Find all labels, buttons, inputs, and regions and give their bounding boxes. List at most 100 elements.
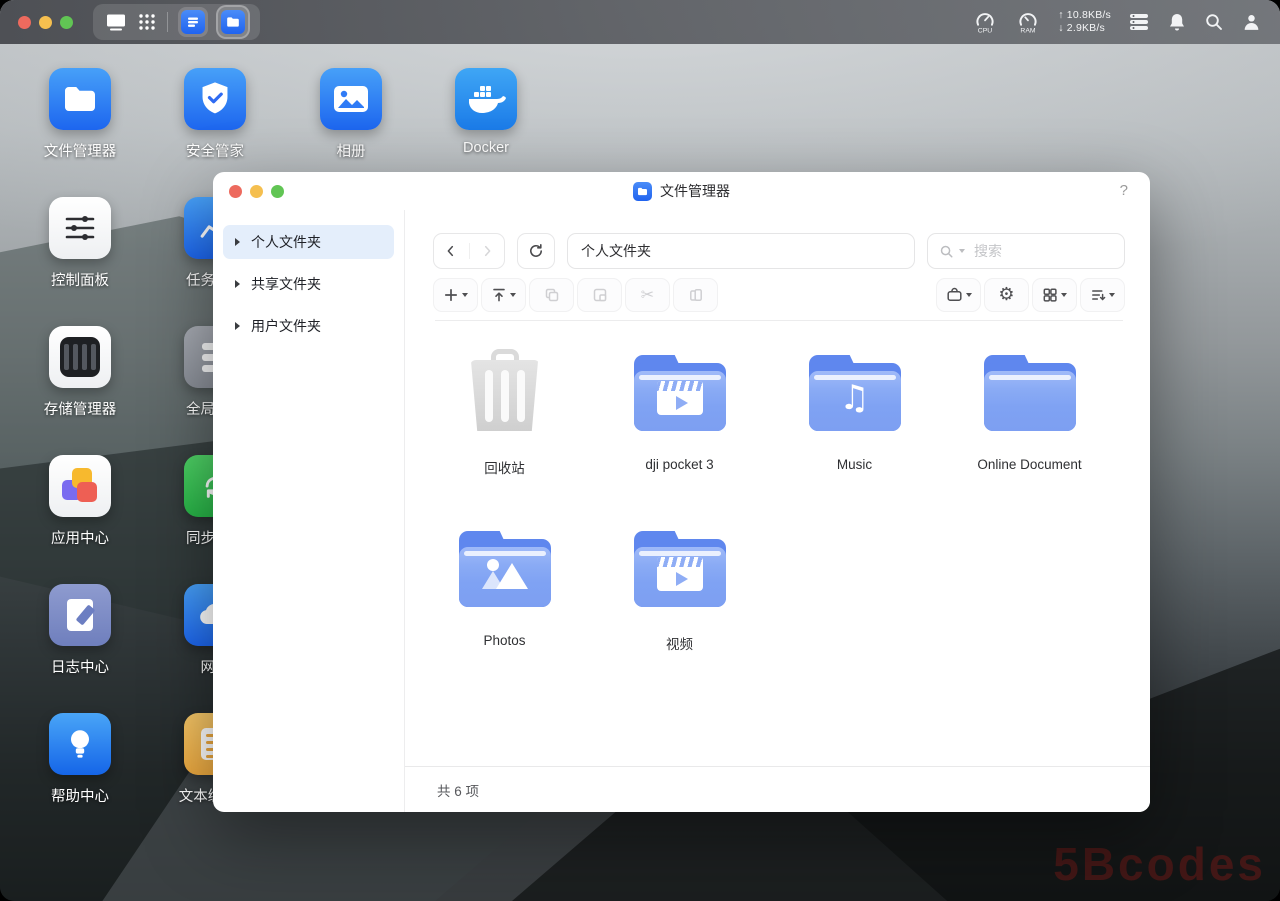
gear-icon: ⚙ <box>998 284 1015 305</box>
window-close-icon[interactable] <box>229 185 242 198</box>
desktop-item-app-center[interactable]: 应用中心 <box>13 455 147 548</box>
svg-text:CPU: CPU <box>978 27 992 34</box>
taskbar-divider <box>167 12 168 32</box>
path-value: 个人文件夹 <box>581 243 651 259</box>
main-panel: 个人文件夹 搜索 ✂ ⚙ 回收站 dji pocket 3 ♫ Music On… <box>405 210 1150 812</box>
download-speed: ↓ 2.9KB/s <box>1058 22 1105 34</box>
forward-button[interactable] <box>470 244 505 258</box>
sidebar-item-shared-folder[interactable]: 共享文件夹 <box>223 267 394 301</box>
path-input[interactable]: 个人文件夹 <box>567 233 915 269</box>
file-name: 回收站 <box>484 461 525 476</box>
toolbar-divider <box>435 320 1123 321</box>
desktop-item-photos[interactable]: 相册 <box>284 68 418 161</box>
bell-icon[interactable] <box>1167 12 1187 33</box>
user-icon[interactable] <box>1241 12 1262 33</box>
upload-button[interactable] <box>481 278 526 312</box>
ram-gauge-icon[interactable]: RAM <box>1015 9 1041 35</box>
desktop-item-label: 文件管理器 <box>43 144 117 160</box>
window-body: 个人文件夹 共享文件夹 用户文件夹 个人文件夹 搜索 ✂ ⚙ 回收站 dji p… <box>213 210 1150 812</box>
server-list-icon[interactable] <box>1128 12 1150 32</box>
expand-arrow-icon[interactable] <box>235 280 240 288</box>
window-maximize-icon[interactable] <box>271 185 284 198</box>
sliders-icon <box>49 197 111 259</box>
file-name: Photos <box>483 633 526 648</box>
file-item-photos[interactable]: Photos <box>417 523 592 653</box>
sidebar-item-label: 用户文件夹 <box>251 318 321 334</box>
svg-text:RAM: RAM <box>1021 27 1036 34</box>
upload-speed: ↑ 10.8KB/s <box>1058 8 1111 21</box>
file-manager-app-icon[interactable] <box>218 7 248 37</box>
video-folder-icon <box>633 523 726 607</box>
file-item-music[interactable]: ♫ Music <box>767 347 942 477</box>
desktop-item-label: 应用中心 <box>51 531 109 547</box>
refresh-button[interactable] <box>517 233 555 269</box>
desktop-item-label: 安全管家 <box>186 144 244 160</box>
network-speed: ↑ 10.8KB/s ↓ 2.9KB/s <box>1058 9 1111 35</box>
file-item-online-document[interactable]: Online Document <box>942 347 1117 477</box>
file-actions-group: ✂ <box>433 278 718 312</box>
settings-button[interactable]: ⚙ <box>984 278 1029 312</box>
window-title-text: 文件管理器 <box>660 183 730 199</box>
paste-button[interactable] <box>577 278 622 312</box>
sidebar: 个人文件夹 共享文件夹 用户文件夹 <box>213 210 405 812</box>
tools-caret-icon <box>965 293 972 297</box>
file-name: dji pocket 3 <box>645 457 714 472</box>
app-center-icon <box>49 455 111 517</box>
expand-arrow-icon[interactable] <box>235 238 240 246</box>
search-scope-caret-icon[interactable] <box>959 249 965 253</box>
desktop-item-help-center[interactable]: 帮助中心 <box>13 713 147 806</box>
search-icon <box>940 245 953 257</box>
search-input[interactable]: 搜索 <box>927 233 1125 269</box>
desktop-item-label: 帮助中心 <box>51 789 109 805</box>
view-tools-group: ⚙ <box>936 278 1125 312</box>
desktop-item-control-panel[interactable]: 控制面板 <box>13 197 147 290</box>
file-item-trash[interactable]: 回收站 <box>417 347 592 477</box>
window-traffic-lights <box>229 185 284 198</box>
expand-arrow-icon[interactable] <box>235 322 240 330</box>
search-icon[interactable] <box>1204 12 1224 32</box>
duplicate-button[interactable] <box>673 278 718 312</box>
back-button[interactable] <box>434 244 469 258</box>
desktop-item-security[interactable]: 安全管家 <box>148 68 282 161</box>
window-title: 文件管理器 <box>633 181 730 201</box>
history-nav <box>433 233 505 269</box>
sidebar-item-label: 共享文件夹 <box>251 276 321 292</box>
maximize-icon[interactable] <box>60 15 73 29</box>
tasks-app-icon[interactable] <box>178 7 208 37</box>
view-mode-button[interactable] <box>1032 278 1077 312</box>
minimize-icon[interactable] <box>39 15 52 29</box>
file-item-video[interactable]: 视频 <box>592 523 767 653</box>
desktop-icon[interactable] <box>105 13 127 31</box>
app-grid-icon[interactable] <box>137 12 157 32</box>
file-manager-icon <box>49 68 111 130</box>
file-name: Online Document <box>977 457 1082 472</box>
window-minimize-icon[interactable] <box>250 185 263 198</box>
sidebar-item-personal-folder[interactable]: 个人文件夹 <box>223 225 394 259</box>
desktop-item-file-manager[interactable]: 文件管理器 <box>13 68 147 161</box>
desktop-item-label: 控制面板 <box>51 273 109 289</box>
copy-button[interactable] <box>529 278 574 312</box>
video-folder-icon <box>633 347 726 431</box>
sidebar-item-user-folder[interactable]: 用户文件夹 <box>223 309 394 343</box>
nas-bays-icon <box>49 326 111 388</box>
desktop-item-storage-manager[interactable]: 存储管理器 <box>13 326 147 419</box>
cut-button[interactable]: ✂ <box>625 278 670 312</box>
item-count: 共 6 项 <box>437 783 480 799</box>
tools-button[interactable] <box>936 278 981 312</box>
status-bar: 共 6 项 <box>405 766 1150 812</box>
add-caret-icon <box>462 293 468 297</box>
cpu-gauge-icon[interactable]: CPU <box>972 9 998 35</box>
sort-button[interactable] <box>1080 278 1125 312</box>
music-folder-icon: ♫ <box>808 347 901 431</box>
watermark: 5Bcodes <box>1053 838 1266 890</box>
desktop-item-docker[interactable]: Docker <box>419 68 553 156</box>
file-item-dji-pocket-3[interactable]: dji pocket 3 <box>592 347 767 477</box>
system-traffic-lights <box>18 15 73 29</box>
lightbulb-icon <box>49 713 111 775</box>
close-icon[interactable] <box>18 15 31 29</box>
file-name: Music <box>836 457 873 472</box>
docker-whale-icon <box>455 68 517 130</box>
desktop-item-log-center[interactable]: 日志中心 <box>13 584 147 677</box>
help-button[interactable]: ? <box>1120 182 1128 199</box>
add-button[interactable] <box>433 278 478 312</box>
